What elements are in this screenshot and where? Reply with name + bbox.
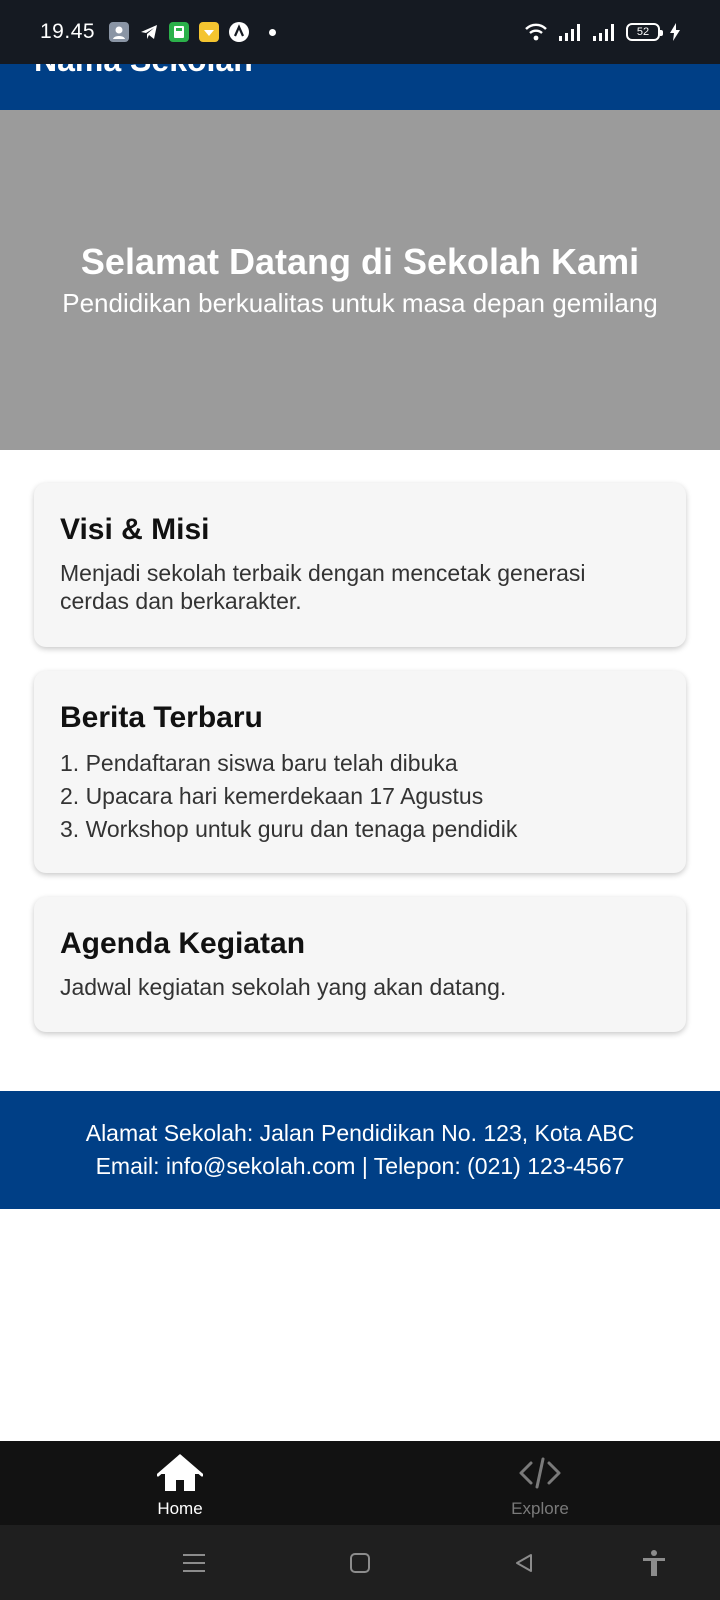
- list-item: 3. Workshop untuk guru dan tenaga pendid…: [60, 816, 518, 842]
- wifi-icon: [524, 22, 548, 42]
- card-title: Agenda Kegiatan: [60, 927, 306, 960]
- hero-banner: Selamat Datang di Sekolah Kami Pendidika…: [0, 110, 720, 450]
- charging-icon: [670, 23, 680, 41]
- back-icon[interactable]: [508, 1547, 540, 1579]
- agenda-kegiatan-card: Agenda Kegiatan Jadwal kegiatan sekolah …: [34, 897, 686, 1032]
- list-item: 2. Upacara hari kemerdekaan 17 Agustus: [60, 783, 484, 809]
- footer: Alamat Sekolah: Jalan Pendidikan No. 123…: [0, 1091, 720, 1209]
- app-icon: [229, 22, 250, 42]
- visi-misi-card: Visi & Misi Menjadi sekolah terbaik deng…: [34, 483, 686, 647]
- status-right: 52: [524, 22, 680, 42]
- calculator-icon: [169, 22, 190, 42]
- card-title: Berita Terbaru: [60, 701, 263, 734]
- battery-icon: 52: [626, 23, 663, 41]
- tab-explore[interactable]: Explore: [360, 1441, 720, 1525]
- school-name-title: Nama Sekolah: [34, 64, 253, 79]
- discount-app-icon: [199, 22, 220, 42]
- app-screen: 19.45 52 Selamat Datang di Sekolah Kami …: [0, 0, 720, 1600]
- app-header: Nama Sekolah: [0, 64, 720, 110]
- more-notifications-dot: [269, 28, 277, 36]
- hero-title: Selamat Datang di Sekolah Kami: [80, 241, 640, 282]
- accessibility-icon[interactable]: [638, 1547, 670, 1579]
- status-bar: 19.45 52: [0, 0, 720, 64]
- signal-icon: [592, 23, 616, 41]
- berita-terbaru-card: Berita Terbaru 1. Pendaftaran siswa baru…: [34, 671, 686, 873]
- menu-icon[interactable]: [178, 1547, 210, 1579]
- telegram-icon: [139, 22, 159, 42]
- footer-contact: Email: info@sekolah.com | Telepon: (021)…: [95, 1153, 625, 1179]
- signal-icon: [558, 23, 582, 41]
- news-list: 1. Pendaftaran siswa baru telah dibuka 2…: [60, 747, 660, 846]
- system-nav-bar: [0, 1525, 720, 1600]
- tab-label: Explore: [511, 1499, 569, 1518]
- tab-label: Home: [157, 1499, 203, 1518]
- bottom-tab-bar: Home Explore: [0, 1441, 720, 1525]
- code-icon: [517, 1453, 563, 1493]
- card-title: Visi & Misi: [60, 513, 210, 546]
- status-time: 19.45: [40, 20, 96, 43]
- card-text: Jadwal kegiatan sekolah yang akan datang…: [60, 974, 507, 1000]
- hero-subtitle: Pendidikan berkualitas untuk masa depan …: [62, 288, 658, 318]
- status-left: 19.45: [40, 20, 277, 44]
- tab-home[interactable]: Home: [0, 1441, 360, 1525]
- contact-icon: [109, 22, 130, 42]
- home-square-icon[interactable]: [344, 1547, 376, 1579]
- home-icon: [157, 1453, 203, 1493]
- list-item: 1. Pendaftaran siswa baru telah dibuka: [60, 750, 458, 776]
- card-text: Menjadi sekolah terbaik dengan mencetak …: [60, 560, 586, 614]
- footer-address: Alamat Sekolah: Jalan Pendidikan No. 123…: [85, 1120, 635, 1146]
